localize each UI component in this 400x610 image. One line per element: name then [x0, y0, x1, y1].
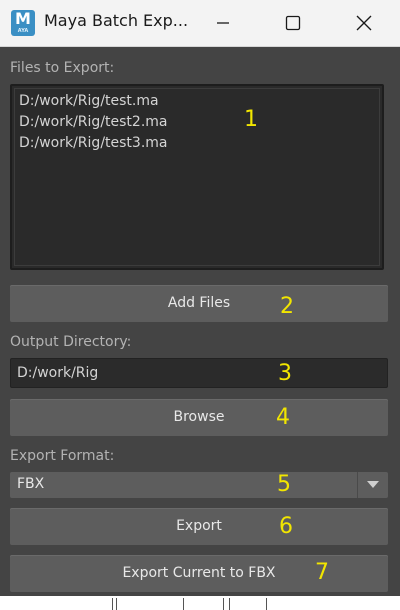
export-button[interactable]: Export — [10, 508, 388, 545]
close-icon — [356, 15, 372, 31]
app-icon-letter: M — [15, 9, 31, 28]
background-tick — [229, 598, 230, 610]
files-to-export-label: Files to Export: — [10, 60, 115, 76]
annotation-marker-6: 6 — [279, 514, 293, 539]
output-directory-label: Output Directory: — [10, 334, 132, 350]
background-tick — [116, 598, 117, 610]
chevron-down-icon — [367, 481, 379, 488]
output-directory-field[interactable]: D:/work/Rig — [10, 358, 388, 388]
title-bar[interactable]: M AYA Maya Batch Exp... — [0, 0, 400, 47]
annotation-marker-3: 3 — [278, 361, 292, 386]
background-tick — [266, 598, 267, 610]
list-item[interactable]: D:/work/Rig/test.ma — [19, 93, 159, 109]
app-icon-subtext: AYA — [17, 28, 29, 34]
files-list[interactable]: D:/work/Rig/test.ma D:/work/Rig/test2.ma… — [10, 84, 384, 270]
maximize-button[interactable] — [270, 0, 316, 46]
window-title: Maya Batch Exp... — [44, 11, 189, 30]
annotation-marker-7: 7 — [315, 560, 329, 585]
close-button[interactable] — [341, 0, 387, 46]
annotation-marker-4: 4 — [276, 405, 290, 430]
background-tick — [223, 598, 224, 610]
maximize-icon — [285, 15, 301, 31]
annotation-marker-2: 2 — [280, 294, 294, 319]
annotation-marker-1: 1 — [244, 107, 258, 132]
maya-app-icon: M AYA — [11, 10, 35, 36]
files-list-frame: D:/work/Rig/test.ma D:/work/Rig/test2.ma… — [14, 88, 380, 266]
list-item[interactable]: D:/work/Rig/test2.ma — [19, 114, 168, 130]
export-format-label: Export Format: — [10, 448, 115, 464]
browse-button[interactable]: Browse — [10, 399, 388, 436]
annotation-marker-5: 5 — [277, 472, 291, 497]
dropdown-arrow-button[interactable] — [357, 472, 388, 498]
minimize-button[interactable] — [200, 0, 246, 46]
list-item[interactable]: D:/work/Rig/test3.ma — [19, 135, 168, 151]
minimize-icon — [217, 22, 229, 24]
export-format-value: FBX — [17, 476, 45, 492]
background-tick — [112, 598, 113, 610]
export-current-to-fbx-button[interactable]: Export Current to FBX — [10, 555, 388, 592]
background-tick — [183, 598, 184, 610]
add-files-button[interactable]: Add Files — [10, 285, 388, 322]
export-format-dropdown[interactable]: FBX — [10, 472, 388, 498]
background-behind-window — [0, 596, 400, 610]
